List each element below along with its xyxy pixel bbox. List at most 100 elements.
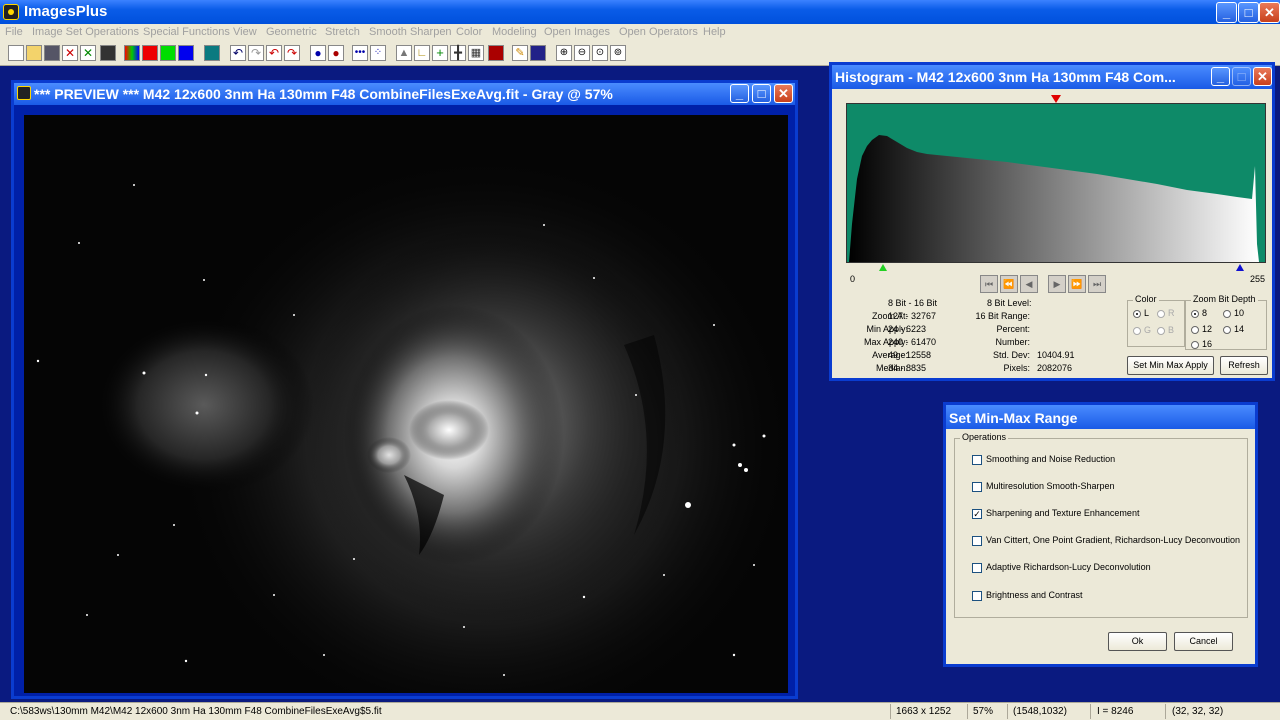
undo-icon[interactable]: ↶ <box>230 45 246 61</box>
red-channel-icon[interactable] <box>142 45 158 61</box>
redo-icon[interactable]: ↷ <box>248 45 264 61</box>
palette-icon[interactable] <box>488 45 504 61</box>
option-checkbox[interactable] <box>972 563 982 573</box>
preview-maximize-button[interactable]: □ <box>752 84 771 103</box>
preview-close-button[interactable]: ✕ <box>774 84 793 103</box>
close-button[interactable]: ✕ <box>1259 2 1280 23</box>
color-radio-l[interactable] <box>1133 310 1141 318</box>
status-bar: C:\583ws\130mm M42\M42 12x600 3nm Ha 130… <box>0 702 1280 720</box>
maximize-button[interactable]: □ <box>1238 2 1259 23</box>
crosshair-icon[interactable]: ╋ <box>450 45 466 61</box>
menu-open-images[interactable]: Open Images <box>544 26 610 38</box>
dialog-title: Set Min-Max Range <box>949 410 1078 426</box>
record-icon[interactable]: ● <box>328 45 344 61</box>
histogram-plot[interactable] <box>846 103 1266 263</box>
histogram-minimize-button[interactable]: _ <box>1211 67 1230 86</box>
menu-geometric[interactable]: Geometric <box>266 26 317 38</box>
set-min-max-apply-button[interactable]: Set Min Max Apply <box>1127 356 1214 375</box>
preview-minimize-button[interactable]: _ <box>730 84 749 103</box>
menu-color[interactable]: Color <box>456 26 482 38</box>
option-label: Brightness and Contrast <box>986 590 1083 600</box>
option-label: Smoothing and Noise Reduction <box>986 454 1116 464</box>
max-marker-icon[interactable] <box>1236 264 1244 271</box>
luminance-icon[interactable] <box>204 45 220 61</box>
histogram-close-button[interactable]: ✕ <box>1253 67 1272 86</box>
menu-open-operators[interactable]: Open Operators <box>619 26 698 38</box>
save-icon[interactable] <box>44 45 60 61</box>
scatter-icon[interactable]: ⁘ <box>370 45 386 61</box>
min-marker-icon[interactable] <box>879 264 887 271</box>
open-folder-icon[interactable] <box>26 45 42 61</box>
histogram-graphic <box>849 135 1259 262</box>
zoom-group-label: Zoom Bit Depth <box>1191 294 1258 304</box>
refresh-button[interactable]: Refresh <box>1220 356 1268 375</box>
menu-image-set-operations[interactable]: Image Set Operations <box>32 26 139 38</box>
print-icon[interactable] <box>100 45 116 61</box>
menu-special-functions[interactable]: Special Functions <box>143 26 230 38</box>
zoom-radio-16[interactable] <box>1191 341 1199 349</box>
point-icon[interactable]: ● <box>310 45 326 61</box>
ok-button[interactable]: Ok <box>1108 632 1167 651</box>
nebula-image[interactable] <box>24 115 788 693</box>
zoom-radio-8[interactable] <box>1191 310 1199 318</box>
stat-label: Std. Dev: <box>992 350 1030 360</box>
color-radio-g[interactable] <box>1133 327 1141 335</box>
redo-all-icon[interactable]: ↷ <box>284 45 300 61</box>
window-icon <box>17 86 31 100</box>
option-label: Van Cittert, One Point Gradient, Richard… <box>986 535 1240 545</box>
option-checkbox[interactable] <box>972 455 982 465</box>
color-radio-b[interactable] <box>1157 327 1165 335</box>
zoom-actual-icon[interactable]: ⊚ <box>610 45 626 61</box>
status-file-path: C:\583ws\130mm M42\M42 12x600 3nm Ha 130… <box>10 706 382 717</box>
rgb-channels-icon[interactable] <box>124 45 140 61</box>
option-checkbox[interactable] <box>972 591 982 601</box>
zoom-option-label: 16 <box>1202 339 1213 349</box>
option-checkbox[interactable]: ✓ <box>972 509 982 519</box>
nav-fast-forward-icon[interactable]: ⏩ <box>1068 275 1086 293</box>
menu-bar: File Image Set Operations Special Functi… <box>0 24 1280 42</box>
option-checkbox[interactable] <box>972 536 982 546</box>
histogram-maximize-button[interactable]: □ <box>1232 67 1251 86</box>
menu-stretch[interactable]: Stretch <box>325 26 360 38</box>
blue-channel-icon[interactable] <box>178 45 194 61</box>
status-separator <box>890 704 891 719</box>
axis-icon[interactable]: ∟ <box>414 45 430 61</box>
color-radio-r[interactable] <box>1157 310 1165 318</box>
cancel-button[interactable]: Cancel <box>1174 632 1233 651</box>
menu-smooth-sharpen[interactable]: Smooth Sharpen <box>369 26 452 38</box>
peak-icon[interactable]: ▲ <box>396 45 412 61</box>
undo-all-icon[interactable]: ↶ <box>266 45 282 61</box>
option-label: Multiresolution Smooth-Sharpen <box>986 481 1115 491</box>
zoom-out-icon[interactable]: ⊖ <box>574 45 590 61</box>
menu-modeling[interactable]: Modeling <box>492 26 537 38</box>
color-group: Color L R G B <box>1127 294 1185 347</box>
option-checkbox[interactable] <box>972 482 982 492</box>
pencil-icon[interactable]: ✎ <box>512 45 528 61</box>
zoom-fit-icon[interactable]: ⊙ <box>592 45 608 61</box>
close-image-icon[interactable]: ✕ <box>62 45 78 61</box>
zoom-radio-12[interactable] <box>1191 326 1199 334</box>
nav-forward-icon[interactable]: ▶ <box>1048 275 1066 293</box>
stat-value: 49 - 12558 <box>888 350 932 360</box>
close-all-icon[interactable]: ✕ <box>80 45 96 61</box>
matrix-icon[interactable] <box>530 45 546 61</box>
add-icon[interactable]: + <box>432 45 448 61</box>
green-channel-icon[interactable] <box>160 45 176 61</box>
zoom-marker-icon[interactable] <box>1051 95 1061 103</box>
dots-icon[interactable]: ••• <box>352 45 368 61</box>
menu-view[interactable]: View <box>233 26 257 38</box>
grid-icon[interactable]: ▦ <box>468 45 484 61</box>
nav-last-icon[interactable]: ⏭ <box>1088 275 1106 293</box>
nav-first-icon[interactable]: ⏮ <box>980 275 998 293</box>
menu-help[interactable]: Help <box>703 26 726 38</box>
nav-fast-back-icon[interactable]: ⏪ <box>1000 275 1018 293</box>
nebula-graphic <box>24 115 788 693</box>
minimize-button[interactable]: _ <box>1216 2 1237 23</box>
app-icon <box>3 4 19 20</box>
menu-file[interactable]: File <box>5 26 23 38</box>
new-file-icon[interactable] <box>8 45 24 61</box>
zoom-radio-14[interactable] <box>1223 326 1231 334</box>
nav-back-icon[interactable]: ◀ <box>1020 275 1038 293</box>
zoom-radio-10[interactable] <box>1223 310 1231 318</box>
zoom-in-icon[interactable]: ⊕ <box>556 45 572 61</box>
